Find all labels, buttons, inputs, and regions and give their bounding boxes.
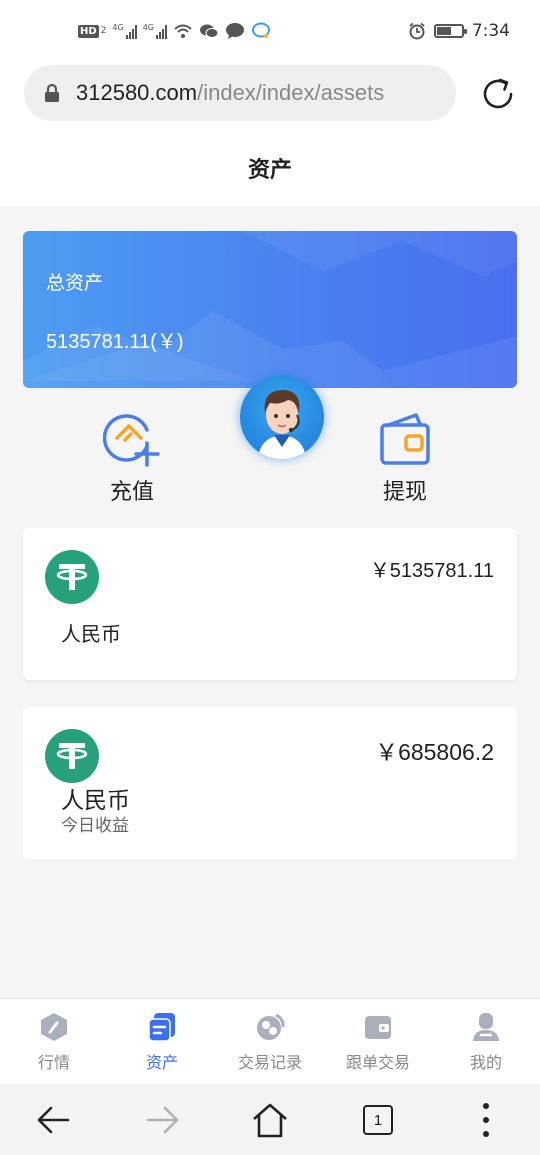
tab-label: 资产: [145, 1053, 178, 1072]
coin-balance: ￥5135781.11: [369, 560, 494, 582]
lock-icon: [45, 83, 59, 102]
wifi-icon: [174, 24, 192, 38]
recharge-button[interactable]: 充值: [77, 410, 187, 506]
support-agent-icon: [258, 390, 306, 459]
customer-service-avatar[interactable]: [240, 375, 324, 459]
refresh-icon[interactable]: [478, 74, 518, 114]
coin-name: 人民币: [61, 788, 130, 814]
total-assets-label: 总资产: [46, 272, 104, 294]
wallet-tab-icon: [365, 1016, 391, 1039]
earnings-amount: ￥685806.2: [375, 739, 494, 765]
assets-icon: [148, 1013, 175, 1042]
battery-icon: [433, 24, 467, 38]
tab-market[interactable]: 行情: [0, 999, 108, 1084]
forward-arrow-icon[interactable]: [142, 1100, 182, 1140]
bottom-tab-bar: 行情 资产 交易记录 跟单交易 我的: [0, 998, 540, 1084]
tether-coin-icon: [45, 550, 99, 604]
url-text[interactable]: 312580.com/index/index/assets: [76, 80, 384, 106]
daily-earnings-card[interactable]: ￥685806.2 人民币 今日收益: [23, 707, 517, 859]
currency-balance-card[interactable]: ￥5135781.11 人民币: [23, 528, 517, 680]
home-icon[interactable]: [250, 1100, 290, 1140]
signal-icon-2: 4G: [143, 23, 167, 39]
status-icons-right: 7:34: [408, 20, 510, 42]
tab-copy-trading[interactable]: 跟单交易: [324, 999, 432, 1084]
wallet-icon: [380, 413, 430, 465]
tab-profile[interactable]: 我的: [432, 999, 540, 1084]
tab-label: 我的: [469, 1053, 502, 1072]
wechat-icon: [200, 24, 219, 38]
alarm-icon: [409, 22, 425, 40]
trade-history-icon: [257, 1013, 285, 1040]
hd-badge-sub: 2: [100, 26, 107, 36]
card-background-pattern: [23, 231, 517, 388]
hd-badge: HD: [78, 24, 99, 38]
total-assets-value: 5135781.11(￥): [46, 331, 184, 353]
withdraw-button[interactable]: 提现: [350, 410, 460, 506]
browser-url-row: 312580.com/index/index/assets: [0, 62, 540, 130]
tabs-button[interactable]: 1: [358, 1100, 398, 1140]
more-menu-icon[interactable]: [466, 1100, 506, 1140]
chat-bubble-icon: [252, 22, 270, 39]
url-path: /index/index/assets: [197, 80, 385, 105]
message-icon: [226, 23, 244, 39]
status-time: 7:34: [471, 21, 510, 41]
earnings-label: 今日收益: [61, 816, 129, 836]
total-assets-card: 总资产 5135781.11(￥): [23, 231, 517, 388]
tab-count: 1: [363, 1105, 393, 1135]
tab-trade-history[interactable]: 交易记录: [216, 999, 324, 1084]
status-icons-left: HD 2 4G 4G: [78, 20, 271, 42]
page-header: 资产: [0, 130, 540, 206]
browser-nav-bar: 1: [0, 1084, 540, 1155]
recharge-label: 充值: [109, 480, 154, 505]
url-host: 312580.com: [76, 80, 198, 105]
address-bar[interactable]: 312580.com/index/index/assets: [24, 65, 456, 121]
back-arrow-icon[interactable]: [34, 1100, 74, 1140]
coin-name: 人民币: [61, 622, 121, 646]
tether-coin-icon: [45, 729, 99, 783]
market-icon: [41, 1013, 67, 1041]
recharge-icon: [103, 414, 160, 467]
page-title: 资产: [247, 158, 292, 183]
tab-label: 交易记录: [237, 1053, 302, 1072]
tab-label: 跟单交易: [345, 1053, 410, 1072]
tab-assets[interactable]: 资产: [108, 999, 216, 1084]
withdraw-label: 提现: [382, 480, 427, 505]
profile-icon: [473, 1013, 499, 1041]
status-bar: HD 2 4G 4G 7:34: [0, 0, 540, 62]
tab-label: 行情: [37, 1053, 70, 1072]
signal-icon: 4G: [112, 23, 137, 39]
